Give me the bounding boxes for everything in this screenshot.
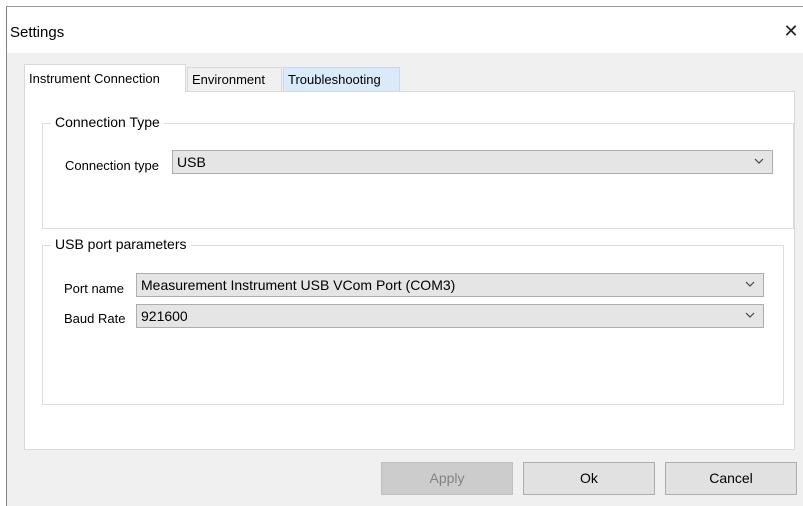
cancel-button[interactable]: Cancel xyxy=(665,462,797,495)
tab-troubleshooting[interactable]: Troubleshooting xyxy=(283,67,400,91)
usb-port-parameters-group: USB port parameters Port name Measuremen… xyxy=(42,236,784,405)
tab-instrument-connection[interactable]: Instrument Connection xyxy=(24,64,186,92)
port-name-select[interactable]: Measurement Instrument USB VCom Port (CO… xyxy=(136,273,764,297)
usb-port-parameters-legend: USB port parameters xyxy=(51,236,191,252)
baud-rate-value: 921600 xyxy=(141,308,188,324)
window-title: Settings xyxy=(10,24,65,41)
port-name-value: Measurement Instrument USB VCom Port (CO… xyxy=(141,277,456,293)
port-name-label: Port name xyxy=(64,281,124,296)
connection-type-select[interactable]: USB xyxy=(172,150,773,174)
baud-rate-label: Baud Rate xyxy=(64,311,126,326)
connection-type-value: USB xyxy=(177,154,206,170)
title-bar: Settings ✕ xyxy=(7,7,803,53)
tab-panel-instrument-connection: Connection Type Connection type USB USB … xyxy=(24,91,795,450)
chevron-down-icon xyxy=(745,281,755,287)
chevron-down-icon xyxy=(745,312,755,318)
chevron-down-icon xyxy=(754,158,764,164)
apply-button[interactable]: Apply xyxy=(381,462,513,495)
tab-environment[interactable]: Environment xyxy=(187,67,282,91)
baud-rate-select[interactable]: 921600 xyxy=(136,304,764,328)
connection-type-legend: Connection Type xyxy=(51,114,164,130)
ok-button[interactable]: Ok xyxy=(523,462,655,495)
connection-type-group: Connection Type Connection type USB xyxy=(42,114,794,229)
close-icon[interactable]: ✕ xyxy=(781,21,801,41)
connection-type-label: Connection type xyxy=(65,158,159,173)
